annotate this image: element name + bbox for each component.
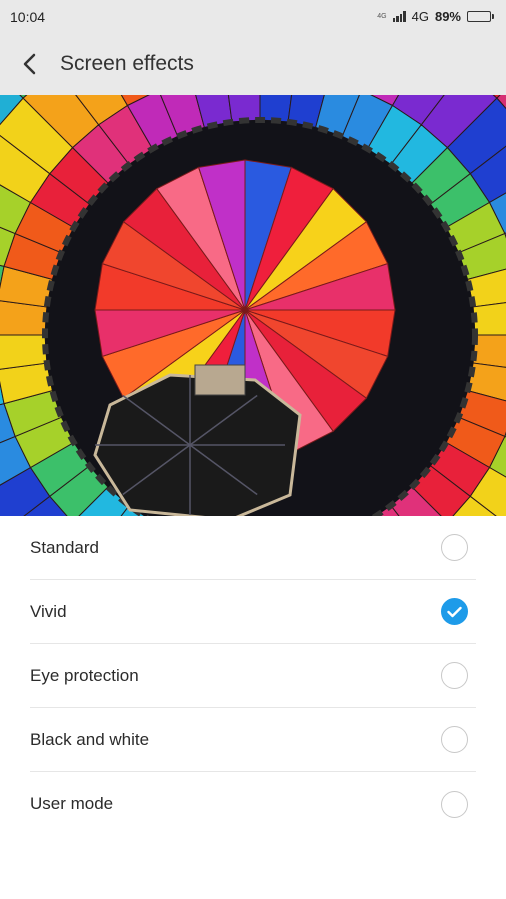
- option-label: Vivid: [30, 601, 67, 621]
- checkmark-icon: [447, 606, 462, 617]
- sim-icon: 4G: [377, 13, 387, 20]
- option-row-eye-protection[interactable]: Eye protection: [30, 644, 476, 708]
- option-label: Standard: [30, 537, 99, 557]
- radio-checked-icon[interactable]: [441, 598, 468, 625]
- status-icons: 4G 4G 89%: [377, 9, 494, 24]
- radio-unchecked-icon[interactable]: [441, 662, 468, 689]
- battery-percent: 89%: [434, 9, 461, 24]
- app-header: Screen effects: [0, 33, 506, 95]
- signal-icon: [392, 11, 406, 22]
- back-button[interactable]: [0, 33, 60, 95]
- status-time: 10:04: [10, 8, 46, 25]
- radio-unchecked-icon[interactable]: [441, 534, 468, 561]
- option-label: Black and white: [30, 729, 150, 749]
- chevron-left-icon: [23, 53, 36, 75]
- option-label: Eye protection: [30, 665, 139, 685]
- status-bar: 10:04 4G 4G 89%: [0, 0, 506, 33]
- effects-list: Standard Vivid Eye protection Black and whi…: [0, 516, 506, 836]
- option-row-user-mode[interactable]: User mode: [30, 772, 476, 836]
- option-row-standard[interactable]: Standard: [30, 516, 476, 580]
- page-title: Screen effects: [60, 52, 194, 75]
- radio-unchecked-icon[interactable]: [441, 726, 468, 753]
- radio-unchecked-icon[interactable]: [441, 790, 468, 818]
- hot-air-balloon-image: [0, 95, 506, 516]
- network-type: 4G: [411, 9, 429, 24]
- option-row-vivid[interactable]: Vivid: [30, 580, 476, 644]
- option-label: User mode: [30, 794, 114, 813]
- preview-image: [0, 95, 506, 516]
- option-row-black-and-white[interactable]: Black and white: [30, 708, 476, 772]
- battery-icon: [467, 11, 494, 22]
